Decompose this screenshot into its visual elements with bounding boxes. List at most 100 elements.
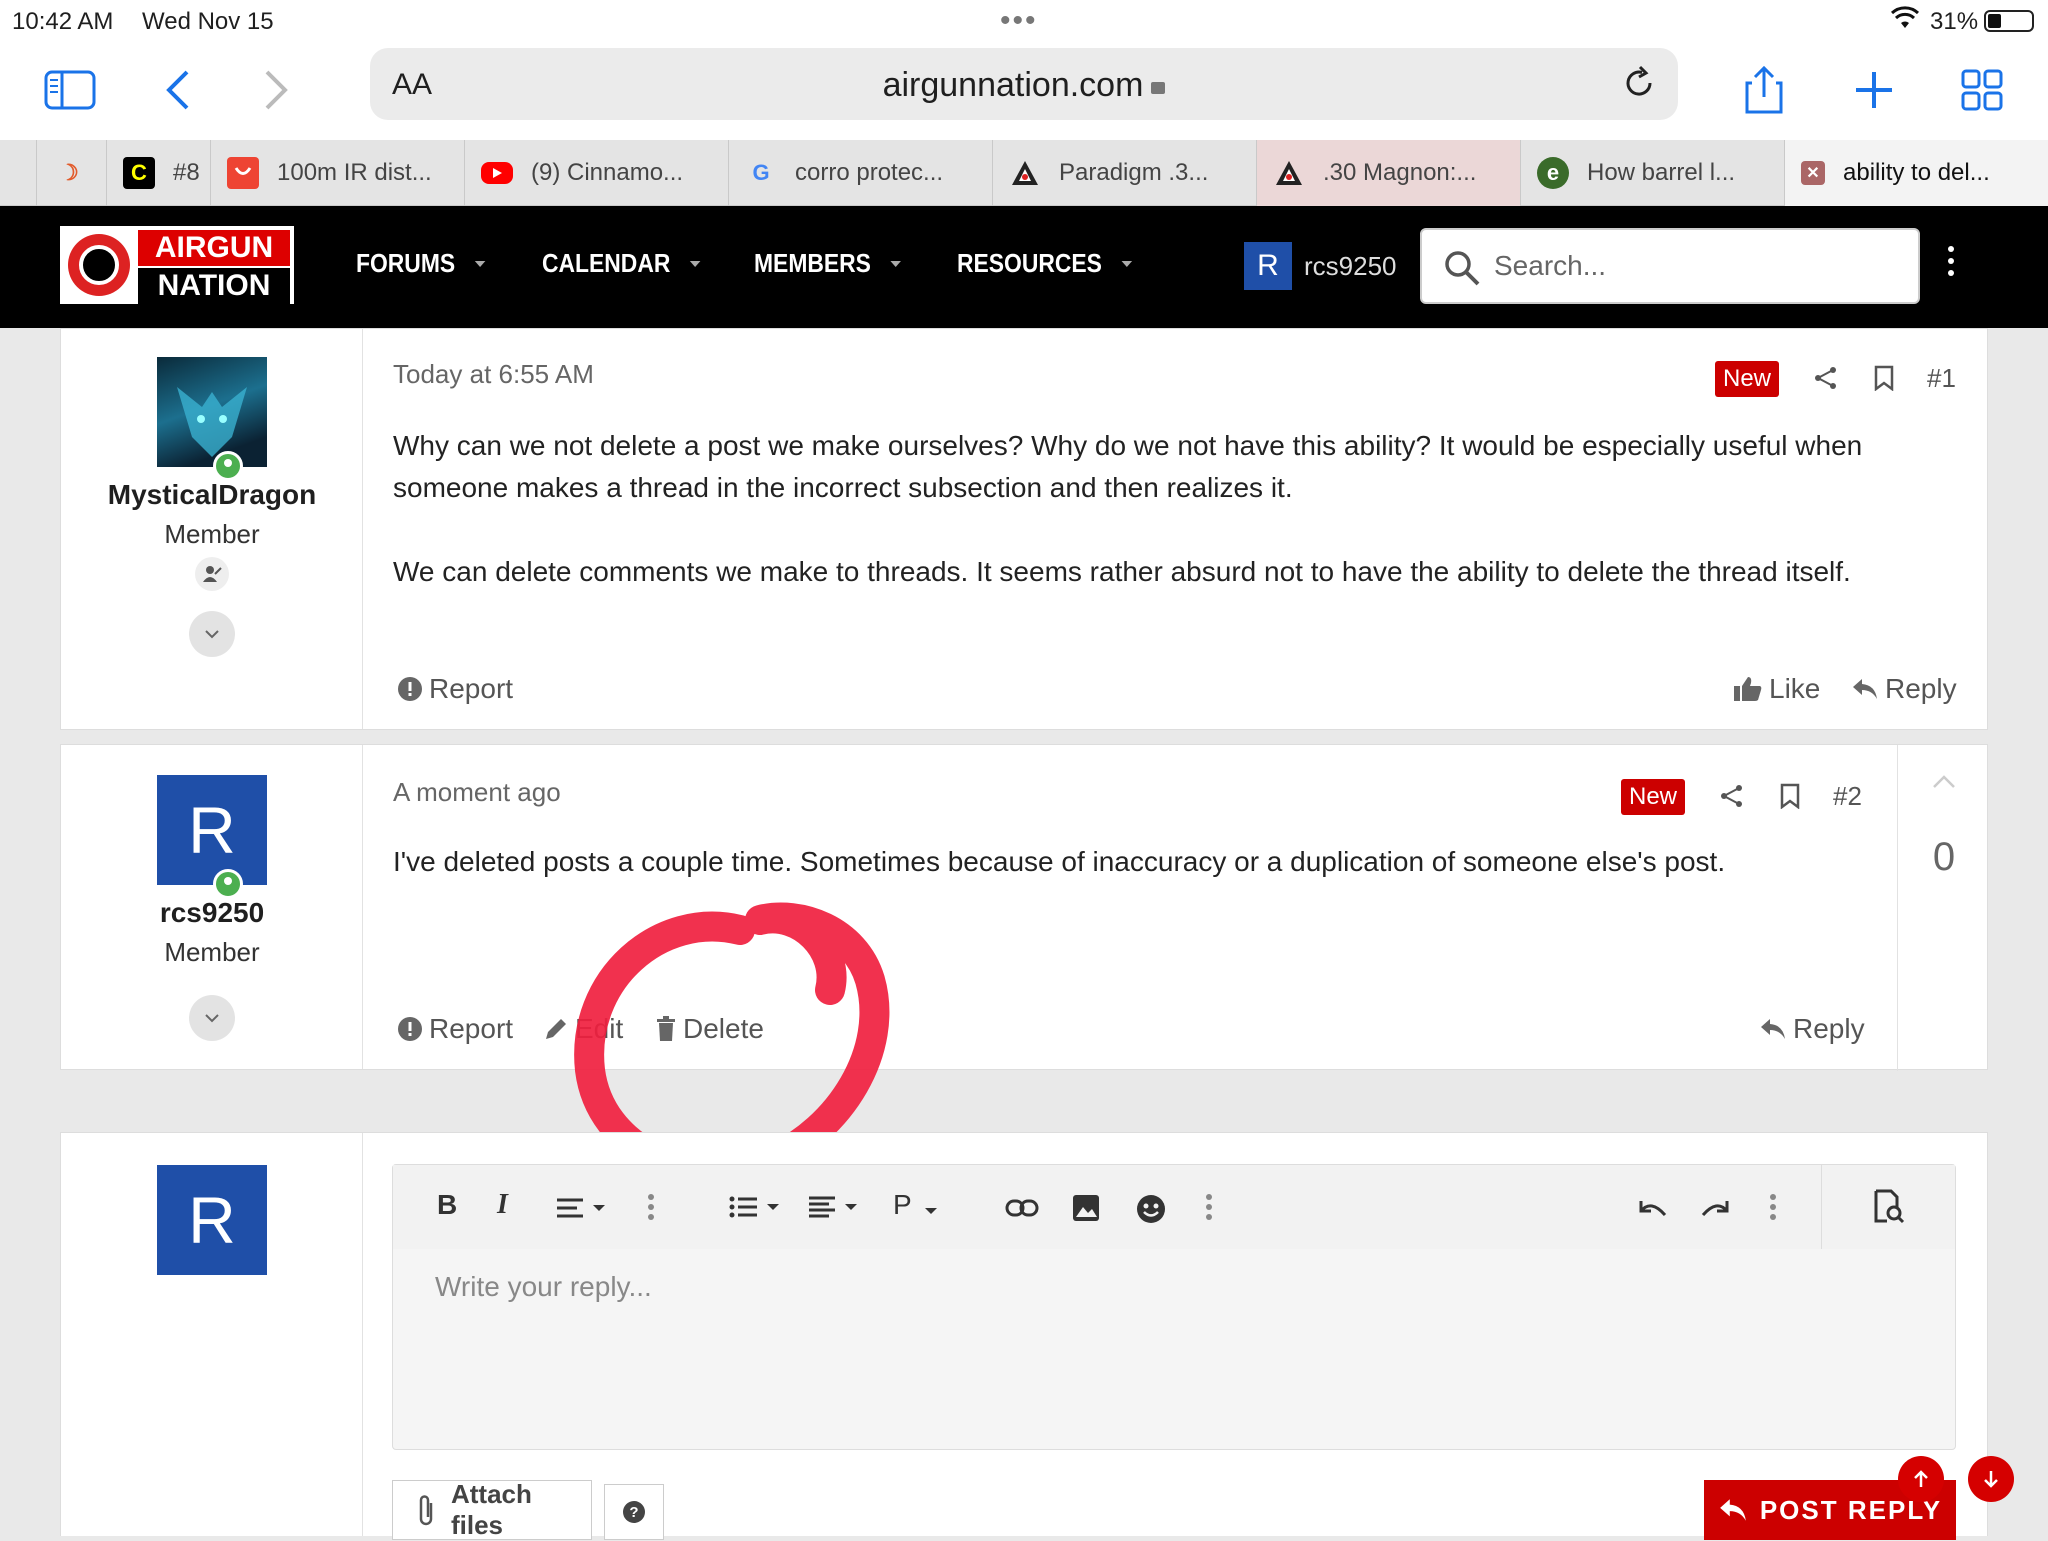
post-author-name[interactable]: MysticalDragon <box>61 479 363 511</box>
close-icon[interactable]: ✕ <box>1801 161 1825 185</box>
scroll-bottom-icon[interactable] <box>1968 1456 2014 1502</box>
chevron-down-icon[interactable] <box>474 260 486 267</box>
preview-icon[interactable] <box>1821 1165 1955 1249</box>
more-options-icon[interactable] <box>1205 1193 1213 1226</box>
back-icon[interactable] <box>148 60 208 120</box>
scroll-top-icon[interactable] <box>1898 1456 1944 1502</box>
share-icon[interactable] <box>1734 60 1794 120</box>
tab-label: 100m IR dist... <box>277 159 432 186</box>
image-icon[interactable] <box>1071 1193 1101 1228</box>
tab-moon[interactable]: ☽ <box>36 140 106 206</box>
avatar: R <box>157 1165 267 1275</box>
tab-overview-icon[interactable] <box>1952 60 2012 120</box>
tab-c[interactable]: C #8 <box>106 140 210 206</box>
avatar[interactable]: R <box>157 775 267 899</box>
italic-button[interactable]: I <box>497 1189 508 1221</box>
redo-icon[interactable] <box>1699 1197 1733 1224</box>
avatar[interactable] <box>157 357 267 481</box>
chevron-down-icon[interactable] <box>923 1203 939 1221</box>
reply-icon <box>1719 1499 1746 1521</box>
nav-calendar[interactable]: CALENDAR <box>542 248 701 279</box>
url-text: airgunnation.com <box>882 66 1144 104</box>
post-author-name[interactable]: rcs9250 <box>61 897 363 929</box>
report-button[interactable]: Report <box>397 1013 513 1045</box>
nav-forums[interactable]: FORUMS <box>356 248 486 279</box>
more-options-icon[interactable] <box>1769 1193 1777 1226</box>
aliexpress-icon <box>227 157 259 189</box>
undo-icon[interactable] <box>1635 1197 1669 1224</box>
new-tab-icon[interactable] <box>1844 60 1904 120</box>
expand-author-button[interactable] <box>189 995 235 1041</box>
attach-files-button[interactable]: Attach files <box>392 1479 592 1540</box>
multitask-dots[interactable]: ••• <box>1000 4 1038 38</box>
post-1: MysticalDragon Member Today at 6:55 AM N… <box>60 328 1988 730</box>
tab-paradigm[interactable]: Paradigm .3... <box>992 140 1256 206</box>
help-icon[interactable]: ? <box>604 1484 664 1540</box>
tab-barrel[interactable]: e How barrel l... <box>1520 140 1784 206</box>
chevron-down-icon[interactable] <box>1121 260 1132 267</box>
report-button[interactable]: Report <box>397 673 513 705</box>
date: Wed Nov 15 <box>142 8 274 35</box>
nav-resources[interactable]: RESOURCES <box>957 248 1132 279</box>
reply-icon <box>1853 679 1877 699</box>
reload-icon[interactable] <box>1620 64 1658 107</box>
post-author-panel: MysticalDragon Member <box>61 329 363 729</box>
tab-label: #8 <box>173 159 200 186</box>
chevron-down-icon[interactable] <box>689 260 701 267</box>
post-timestamp[interactable]: A moment ago <box>393 777 561 808</box>
tab-google[interactable]: Gcorro protec... <box>728 140 992 206</box>
site-logo[interactable]: AIRGUN NATION <box>60 226 294 304</box>
more-menu-icon[interactable] <box>1948 246 1954 282</box>
tab-aliexpress[interactable]: 100m IR dist... <box>210 140 464 206</box>
bookmark-icon[interactable] <box>1779 783 1801 814</box>
text-align-icon[interactable] <box>555 1197 613 1224</box>
align-left-icon[interactable] <box>807 1195 865 1226</box>
like-button[interactable]: Like <box>1733 673 1820 705</box>
reply-button[interactable]: Reply <box>1759 1013 1865 1045</box>
bold-button[interactable]: B <box>437 1189 457 1221</box>
bookmark-icon[interactable] <box>1873 365 1895 396</box>
upvote-icon[interactable] <box>1932 775 1956 794</box>
forward-icon[interactable] <box>246 60 306 120</box>
emoji-icon[interactable] <box>1135 1193 1167 1230</box>
tab-youtube[interactable]: (9) Cinnamo... <box>464 140 728 206</box>
account-menu[interactable]: R rcs9250 <box>1244 242 1397 290</box>
post-paragraph: Why can we not delete a post we make our… <box>393 430 1863 503</box>
link-icon[interactable] <box>1005 1197 1039 1224</box>
more-options-icon[interactable] <box>647 1193 655 1226</box>
moon-icon: ☽ <box>59 160 79 185</box>
post-author-role: Member <box>164 937 260 967</box>
sidebar-icon[interactable] <box>40 60 100 120</box>
tab-magnon[interactable]: .30 Magnon:... <box>1256 140 1520 206</box>
youtube-icon <box>481 162 513 184</box>
paradigm-icon <box>1009 157 1041 189</box>
reply-textarea[interactable]: Write your reply... <box>435 1271 652 1303</box>
list-icon[interactable] <box>729 1195 787 1224</box>
nav-members[interactable]: MEMBERS <box>754 248 901 279</box>
paragraph-format-button[interactable]: P <box>893 1189 912 1221</box>
share-icon[interactable] <box>1813 365 1839 396</box>
tab-label: ability to del... <box>1843 159 1990 186</box>
tab-label: How barrel l... <box>1587 159 1736 186</box>
post-number[interactable]: #1 <box>1927 363 1956 394</box>
clock: 10:42 AM <box>12 8 114 35</box>
online-status-icon <box>213 451 243 481</box>
tab-bar: ☽ C #8 100m IR dist... (9) Cinnamo... Gco… <box>0 140 2048 206</box>
search-input[interactable]: Search... <box>1420 228 1920 304</box>
share-icon[interactable] <box>1719 783 1745 814</box>
chevron-down-icon[interactable] <box>890 260 901 267</box>
post-number[interactable]: #2 <box>1833 781 1862 812</box>
expand-author-button[interactable] <box>189 611 235 657</box>
account-username: rcs9250 <box>1304 250 1397 281</box>
nav-label: RESOURCES <box>957 248 1102 278</box>
svg-text:?: ? <box>629 1504 638 1521</box>
logo-text-bottom: NATION <box>138 268 290 304</box>
address-bar[interactable]: AA airgunnation.com <box>370 48 1678 120</box>
browser-toolbar: AA airgunnation.com <box>0 42 2048 140</box>
reply-button[interactable]: Reply <box>1851 673 1957 705</box>
tab-active[interactable]: ✕ ability to del... <box>1784 140 2048 206</box>
tab-label: corro protec... <box>795 159 944 186</box>
post-timestamp[interactable]: Today at 6:55 AM <box>393 359 594 390</box>
new-badge: New <box>1715 361 1780 397</box>
action-label: Reply <box>1885 673 1957 704</box>
